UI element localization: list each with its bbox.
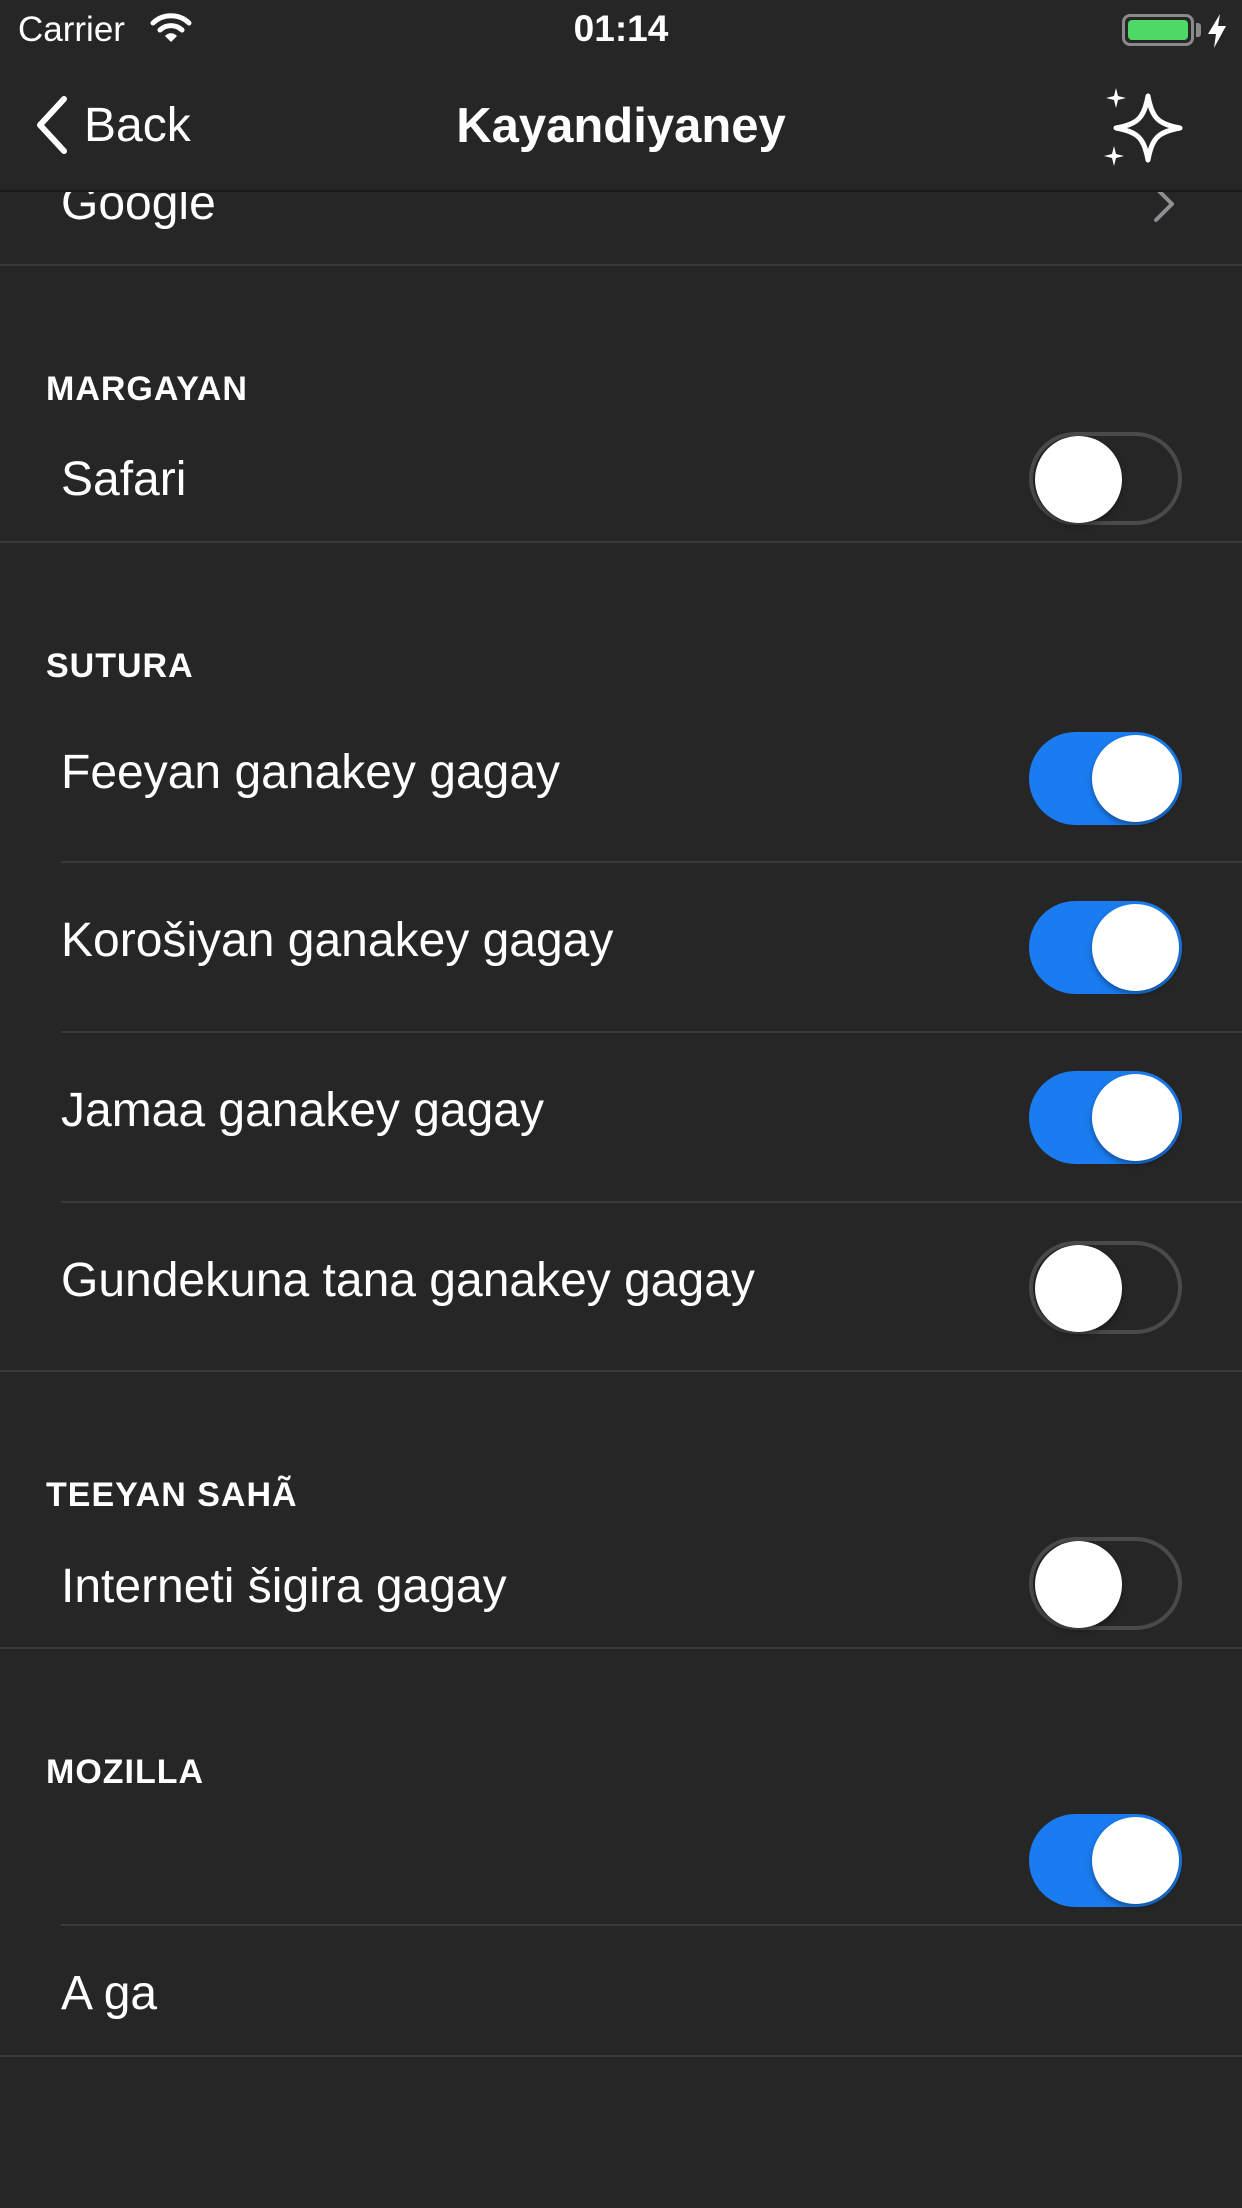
divider [0, 264, 1242, 266]
row-feeyan-label: Feeyan ganakey gagay [61, 746, 561, 799]
row-jamaa: Jamaa ganakey gagay [0, 1033, 1242, 1201]
interneti-toggle[interactable] [1029, 1537, 1182, 1630]
row-safari-label: Safari [61, 453, 187, 506]
section-header-margayan: MARGAYAN [46, 370, 248, 408]
jamaa-toggle[interactable] [1029, 1071, 1182, 1164]
battery-level [1128, 20, 1188, 40]
toggle-knob [1092, 1817, 1179, 1904]
sparkles-icon [1104, 88, 1183, 166]
divider [0, 541, 1242, 543]
row-interneti-label: Interneti šigira gagay [61, 1560, 507, 1613]
mozilla-toggle[interactable] [1029, 1814, 1182, 1907]
row-safari: Safari [0, 420, 1242, 542]
gundekuna-toggle[interactable] [1029, 1241, 1182, 1334]
settings-list: Google MARGAYAN Safari SUTURA Feeyan gan… [0, 0, 1242, 2208]
row-a-ga[interactable]: A ga [0, 1926, 1242, 2056]
feeyan-toggle[interactable] [1029, 732, 1182, 825]
divider [0, 1647, 1242, 1649]
toggle-knob [1035, 1245, 1122, 1332]
toggle-knob [1035, 436, 1122, 523]
status-time: 01:14 [573, 8, 669, 49]
row-interneti: Interneti šigira gagay [0, 1525, 1242, 1648]
settings-screen: Google MARGAYAN Safari SUTURA Feeyan gan… [0, 0, 1242, 2208]
row-gundekuna-label: Gundekuna tana ganakey gagay [61, 1254, 755, 1307]
sparkles-button[interactable] [1102, 84, 1188, 170]
toggle-knob [1092, 1074, 1179, 1161]
row-korosiyan-label: Korošiyan ganakey gagay [61, 914, 614, 967]
divider [0, 1370, 1242, 1372]
row-gundekuna: Gundekuna tana ganakey gagay [0, 1203, 1242, 1371]
page-title: Kayandiyaney [456, 99, 786, 153]
row-a-ga-label: A ga [61, 1967, 158, 2020]
toggle-knob [1092, 735, 1179, 822]
row-jamaa-label: Jamaa ganakey gagay [61, 1084, 544, 1137]
section-header-teeyan-saha: TEEYAN SAHÃ [46, 1476, 298, 1514]
section-header-sutura: SUTURA [46, 647, 194, 685]
battery-cap [1196, 23, 1201, 37]
charging-bolt-icon [1208, 14, 1226, 48]
battery-icon [1122, 14, 1194, 46]
row-feeyan: Feeyan ganakey gagay [0, 700, 1242, 862]
toggle-knob [1035, 1541, 1122, 1628]
toggle-knob [1092, 904, 1179, 991]
section-header-mozilla: MOZILLA [46, 1753, 205, 1791]
status-bar: Carrier 01:14 [0, 0, 1242, 62]
divider [0, 2055, 1242, 2057]
safari-toggle[interactable] [1029, 432, 1182, 525]
row-mozilla-toggle [0, 1800, 1242, 1925]
navigation-bar: Back Kayandiyaney [0, 62, 1242, 192]
row-korosiyan: Korošiyan ganakey gagay [0, 863, 1242, 1031]
korosiyan-toggle[interactable] [1029, 901, 1182, 994]
